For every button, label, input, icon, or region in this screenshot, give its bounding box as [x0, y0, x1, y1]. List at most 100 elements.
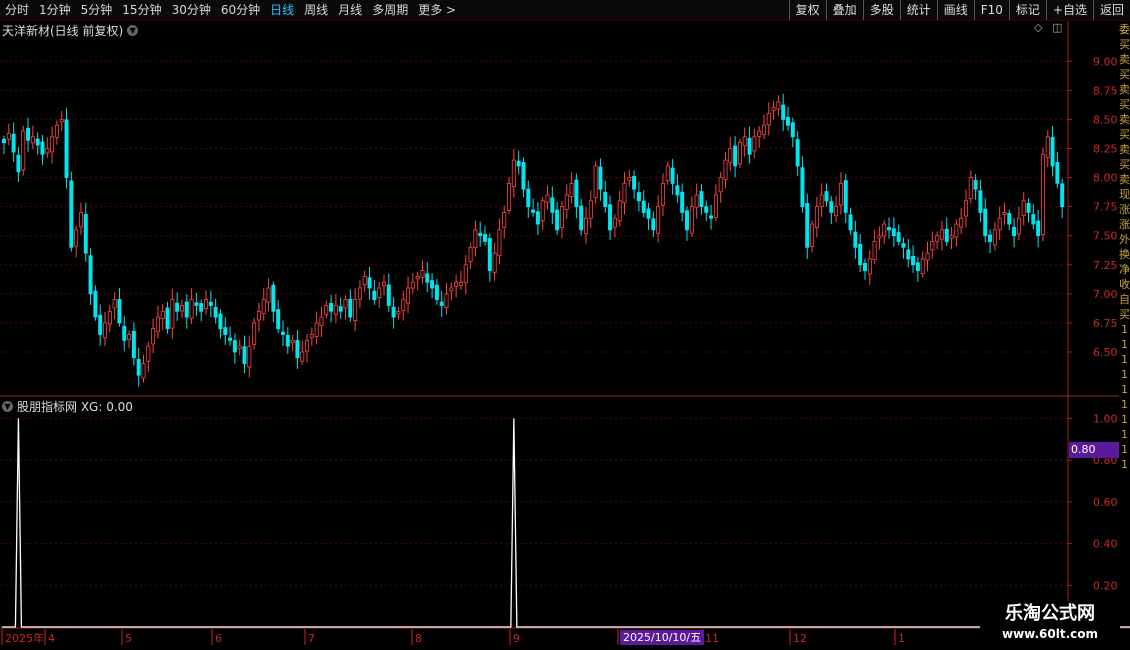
- candle-body: [343, 299, 348, 309]
- candle-body: [723, 159, 728, 180]
- candle-body: [608, 204, 613, 231]
- candle-body: [439, 301, 444, 306]
- toolbar-action-button[interactable]: 返回: [1092, 0, 1130, 20]
- toolbar-action-button[interactable]: 多股: [862, 0, 900, 20]
- candle-body: [1007, 213, 1012, 225]
- candle-body: [449, 287, 454, 292]
- candle-body: [1012, 226, 1017, 237]
- candle-body: [381, 281, 386, 286]
- toolbar-action-button[interactable]: 统计: [899, 0, 937, 20]
- side-strip-char: 自: [1119, 293, 1130, 306]
- period-tab[interactable]: 15分钟: [117, 0, 166, 20]
- price-tick-label: 6.50: [1093, 346, 1118, 359]
- candle-body: [810, 223, 815, 247]
- candle-body: [694, 194, 699, 208]
- candle-body: [122, 325, 127, 341]
- toolbar-action-button[interactable]: 叠加: [825, 0, 863, 20]
- candle-body: [35, 138, 40, 146]
- price-tick-label: 8.75: [1093, 84, 1118, 97]
- date-tick-label: 5: [125, 632, 132, 645]
- indicator-tick-label: 0.20: [1093, 579, 1118, 592]
- side-strip-char: 买: [1119, 158, 1130, 171]
- period-tab[interactable]: 月线: [333, 0, 367, 20]
- period-tab[interactable]: 分时: [0, 0, 34, 20]
- period-tab[interactable]: 5分钟: [76, 0, 118, 20]
- period-tab[interactable]: 1分钟: [34, 0, 76, 20]
- period-tab[interactable]: 周线: [299, 0, 333, 20]
- candle-body: [915, 262, 920, 271]
- side-strip-char: 买: [1119, 128, 1130, 141]
- candle-body: [478, 232, 483, 237]
- candle-body: [386, 284, 391, 306]
- chevron-down-icon[interactable]: ▼: [2, 401, 13, 412]
- candle-body: [685, 210, 690, 231]
- kline-chart[interactable]: 9.00 8.75 8.50 8.25 8.00 7.75 7.50 7.25 7.00 6.75…: [0, 0, 1130, 650]
- candle-body: [627, 177, 632, 181]
- candle-body: [790, 122, 795, 138]
- candle-body: [367, 277, 372, 289]
- period-tab[interactable]: 日线: [265, 0, 299, 20]
- candle-body: [155, 316, 160, 333]
- date-tick-label: 4: [48, 632, 55, 645]
- candle-body: [786, 116, 791, 126]
- side-strip-char: 1: [1121, 428, 1128, 441]
- candle-body: [588, 200, 593, 219]
- toolbar-action-button[interactable]: F10: [973, 0, 1009, 20]
- toolbar-action-button[interactable]: +自选: [1045, 0, 1093, 20]
- period-tab[interactable]: 更多 >: [413, 0, 461, 20]
- main-panel-header: 天洋新材(日线 前复权) ▼: [2, 22, 139, 39]
- candle-body: [771, 107, 776, 111]
- side-strip-char: 1: [1121, 368, 1128, 381]
- period-tabs: 分时 1分钟 5分钟 15分钟 30分钟 60分钟 日线 周线 月线 多周期 更多 >: [0, 0, 461, 20]
- toolbar-action-button[interactable]: 标记: [1008, 0, 1046, 20]
- candle-body: [396, 310, 401, 315]
- side-strip-char: 1: [1121, 458, 1128, 471]
- period-tab[interactable]: 30分钟: [167, 0, 216, 20]
- side-strip-char: 1: [1121, 338, 1128, 351]
- price-tick-label: 7.00: [1093, 288, 1118, 301]
- period-tab[interactable]: 多周期: [367, 0, 413, 20]
- candle-body: [747, 137, 752, 155]
- candle-body: [872, 241, 877, 260]
- candle-body: [968, 177, 973, 199]
- candle-body: [617, 200, 622, 222]
- candle-body: [963, 200, 968, 217]
- candle-body: [6, 132, 11, 140]
- candle-body: [997, 217, 1002, 231]
- candle-body: [646, 208, 651, 219]
- candle-body: [117, 299, 122, 324]
- toolbar-action-button[interactable]: 复权: [788, 0, 826, 20]
- candle-body: [179, 305, 184, 312]
- date-tick-label: 7: [308, 632, 315, 645]
- candle-body: [555, 209, 560, 231]
- candle-body: [74, 229, 79, 247]
- candle-body: [776, 101, 781, 110]
- candle-body: [444, 293, 449, 309]
- layout-icon[interactable]: ◫: [1052, 21, 1062, 34]
- toolbar-action-button[interactable]: 画线: [936, 0, 974, 20]
- diamond-icon[interactable]: ◇: [1034, 21, 1042, 34]
- candle-body: [1026, 202, 1031, 213]
- candle-body: [410, 281, 415, 289]
- chevron-down-icon[interactable]: ▼: [127, 25, 139, 36]
- side-strip-char: 卖: [1119, 83, 1130, 96]
- candle-body: [636, 192, 641, 202]
- side-strip-char: 涨: [1119, 203, 1130, 216]
- candle-body: [256, 310, 261, 321]
- candle-body: [935, 235, 940, 242]
- side-strip-char: 现: [1119, 188, 1130, 201]
- watermark-title: 乐淘公式网: [1005, 603, 1095, 624]
- period-tab[interactable]: 60分钟: [216, 0, 265, 20]
- candle-body: [497, 229, 502, 257]
- candle-body: [680, 191, 685, 213]
- candle-body: [502, 212, 507, 228]
- candle-body: [78, 212, 83, 228]
- candle-body: [867, 258, 872, 275]
- price-tick-label: 6.75: [1093, 317, 1118, 330]
- candle-body: [1002, 212, 1007, 216]
- candle-body: [858, 243, 863, 266]
- candle-body: [357, 287, 362, 300]
- candle-body: [324, 305, 329, 315]
- candle-body: [757, 130, 762, 137]
- indicator-tick-label: 0.40: [1093, 538, 1118, 551]
